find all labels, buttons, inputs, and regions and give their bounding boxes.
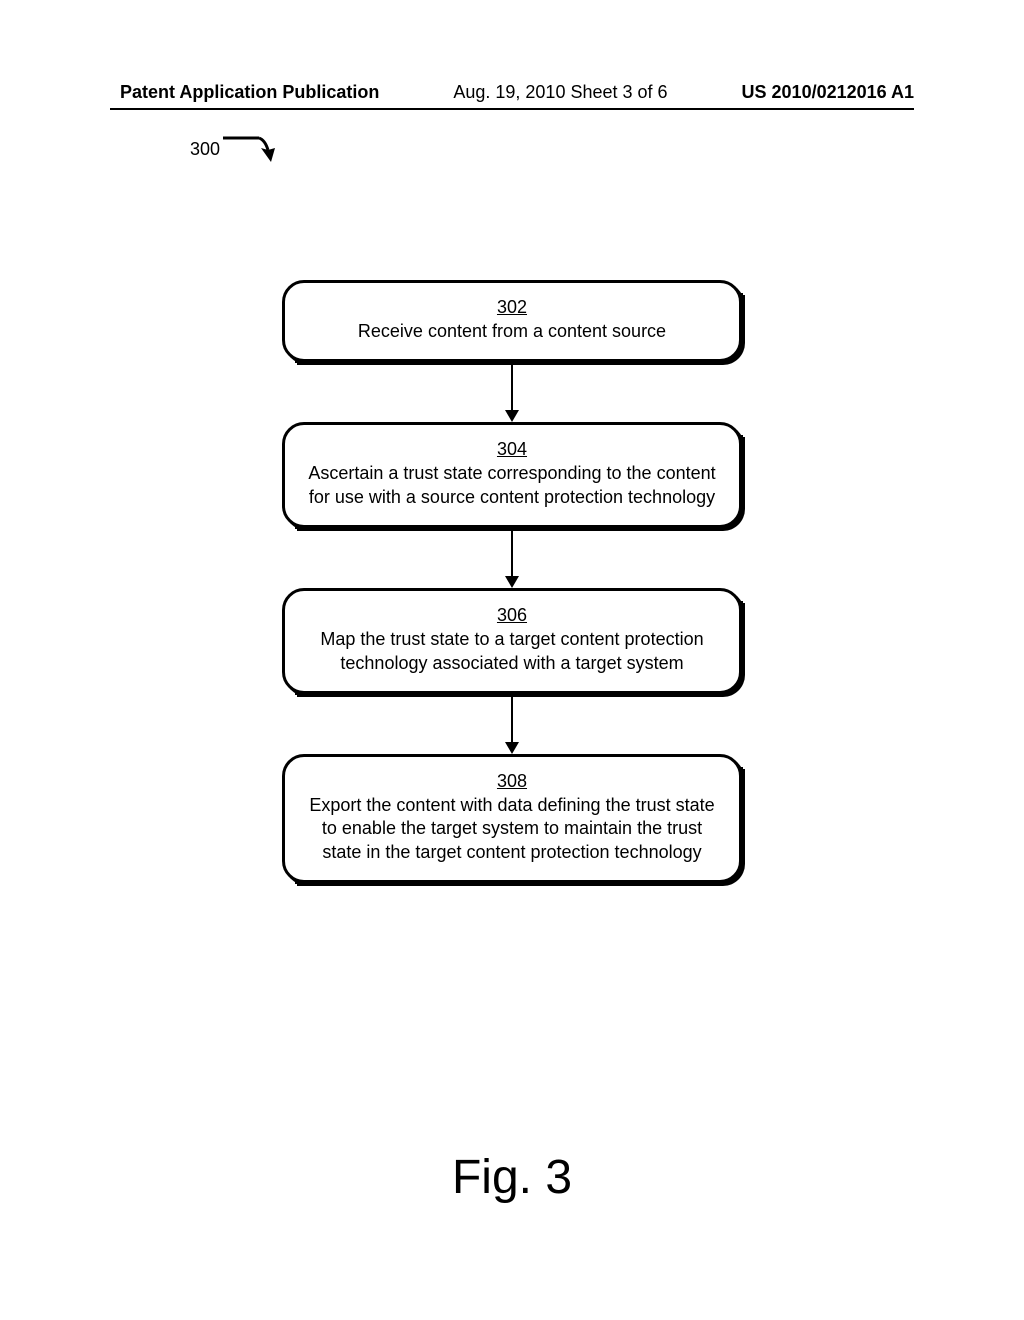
header-publication-type: Patent Application Publication xyxy=(120,82,379,103)
step-box-304: 304 Ascertain a trust state correspondin… xyxy=(282,422,742,528)
connector-line xyxy=(511,694,513,742)
step-box-302-wrap: 302 Receive content from a content sourc… xyxy=(282,280,742,362)
step-box-304-wrap: 304 Ascertain a trust state correspondin… xyxy=(282,422,742,528)
step-text: Receive content from a content source xyxy=(305,320,719,343)
reference-arrow-icon xyxy=(223,130,278,168)
connector-line xyxy=(511,528,513,576)
header-date-sheet: Aug. 19, 2010 Sheet 3 of 6 xyxy=(453,82,667,103)
reference-label-group: 300 xyxy=(190,130,278,168)
step-box-306: 306 Map the trust state to a target cont… xyxy=(282,588,742,694)
step-box-306-wrap: 306 Map the trust state to a target cont… xyxy=(282,588,742,694)
arrow-down-icon xyxy=(505,742,519,754)
header-divider xyxy=(110,108,914,110)
flowchart: 302 Receive content from a content sourc… xyxy=(282,280,742,883)
header-publication-number: US 2010/0212016 A1 xyxy=(742,82,914,103)
connector-arrow xyxy=(505,362,519,422)
step-text: Map the trust state to a target content … xyxy=(305,628,719,675)
step-box-308: 308 Export the content with data definin… xyxy=(282,754,742,883)
step-text: Export the content with data defining th… xyxy=(305,794,719,864)
step-number: 302 xyxy=(497,297,527,318)
step-number: 304 xyxy=(497,439,527,460)
page-header: Patent Application Publication Aug. 19, … xyxy=(0,82,1024,103)
arrow-down-icon xyxy=(505,576,519,588)
step-number: 306 xyxy=(497,605,527,626)
connector-arrow xyxy=(505,528,519,588)
connector-line xyxy=(511,362,513,410)
step-box-302: 302 Receive content from a content sourc… xyxy=(282,280,742,362)
step-text: Ascertain a trust state corresponding to… xyxy=(305,462,719,509)
reference-number: 300 xyxy=(190,139,220,160)
step-number: 308 xyxy=(497,771,527,792)
step-box-308-wrap: 308 Export the content with data definin… xyxy=(282,754,742,883)
figure-label: Fig. 3 xyxy=(452,1150,572,1205)
arrow-down-icon xyxy=(505,410,519,422)
connector-arrow xyxy=(505,694,519,754)
